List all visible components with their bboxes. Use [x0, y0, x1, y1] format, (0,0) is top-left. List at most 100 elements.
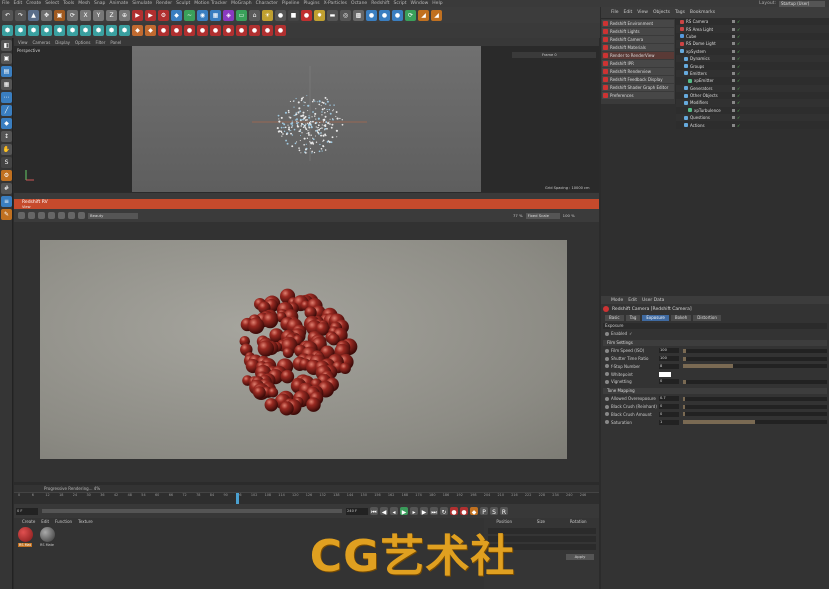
rs-tool-9-icon[interactable]: ● — [262, 25, 273, 36]
toggle-icon[interactable]: ▬ — [327, 9, 338, 21]
timeline[interactable]: 0 6 12 18 24 30 36 42 48 54 60 66 72 78 84 90 96 102 108 11… — [14, 492, 599, 504]
visibility-dot-icon[interactable] — [732, 94, 735, 98]
anim-dot-icon[interactable] — [605, 404, 609, 409]
am-property-slider[interactable] — [683, 396, 827, 401]
am-menu-user-data[interactable]: User Data — [642, 298, 664, 303]
rs-tool-1-icon[interactable]: ● — [158, 25, 169, 36]
whitepoint-swatch[interactable] — [659, 371, 671, 377]
xp-group-icon[interactable]: ⬢ — [80, 25, 91, 36]
am-tab-exposure[interactable]: Exposure — [642, 315, 669, 321]
am-tab-bokeh[interactable]: Bokeh — [670, 315, 692, 321]
enabled-check-icon[interactable]: ✓ — [737, 19, 740, 24]
am-group-header[interactable]: Tone Mapping — [603, 388, 827, 394]
object-row[interactable]: Questions ✓ — [676, 114, 829, 122]
axis-mode-icon[interactable]: ↕ — [1, 131, 12, 142]
viewport-menu-display[interactable]: Display — [55, 40, 70, 45]
make-editable-icon[interactable]: ◧ — [1, 40, 12, 51]
shader-ball-icon[interactable]: ● — [366, 9, 377, 21]
visibility-dot-icon[interactable] — [732, 123, 735, 127]
visibility-dot-icon[interactable] — [732, 108, 735, 112]
scale-icon[interactable]: ▣ — [54, 9, 65, 21]
play-icon[interactable]: ▶ — [400, 507, 408, 516]
rs-menu-item[interactable]: Redshift Materials — [602, 43, 674, 51]
redo-icon[interactable]: ↷ — [15, 9, 26, 21]
redshift-icon[interactable]: ● — [301, 9, 312, 21]
enabled-check-icon[interactable]: ✓ — [737, 93, 740, 98]
visibility-dot-icon[interactable] — [732, 20, 735, 24]
viewport-menu-options[interactable]: Options — [75, 40, 90, 45]
am-property-value[interactable]: 0.7 — [659, 396, 679, 402]
xp-modifier-icon[interactable]: ⬢ — [41, 25, 52, 36]
menu-octane[interactable]: Octane — [351, 1, 367, 6]
xp-extra-icon[interactable]: ◆ — [132, 25, 143, 36]
menu-plugins[interactable]: Plugins — [303, 1, 319, 6]
texture-mode-icon[interactable]: ▤ — [1, 66, 12, 77]
plugin-icon[interactable]: ⟳ — [405, 9, 416, 21]
material-thumb[interactable]: RS Mate — [38, 527, 56, 547]
keyframe-icon[interactable]: ◆ — [470, 507, 478, 516]
paint-icon[interactable]: ✎ — [1, 209, 12, 220]
menu-tools[interactable]: Tools — [63, 1, 74, 6]
rs-menu-item[interactable]: Redshift Renderview — [602, 67, 674, 75]
key-pos-icon[interactable]: P — [480, 507, 488, 516]
visibility-dot-icon[interactable] — [732, 71, 735, 75]
enabled-check-icon[interactable]: ✓ — [737, 78, 740, 83]
mat-menu-edit[interactable]: Edit — [41, 519, 49, 524]
enabled-check-icon[interactable]: ✓ — [737, 49, 740, 54]
rs-tool-10-icon[interactable]: ● — [275, 25, 286, 36]
rs-tool-3-icon[interactable]: ● — [184, 25, 195, 36]
am-property-slider[interactable] — [683, 379, 827, 384]
am-menu-mode[interactable]: Mode — [611, 298, 623, 303]
om-menu-view[interactable]: View — [637, 10, 648, 15]
mat-menu-texture[interactable]: Texture — [78, 519, 93, 524]
spline-icon[interactable]: ~ — [184, 9, 195, 21]
menu-edit[interactable]: Edit — [14, 1, 23, 6]
rs-menu-item[interactable]: Preferences — [602, 91, 674, 99]
script-2-icon[interactable]: ◢ — [431, 9, 442, 21]
rs-menu-item[interactable]: Render to RenderView — [602, 51, 674, 59]
rs-tool-6-icon[interactable]: ● — [223, 25, 234, 36]
select-icon[interactable]: ▲ — [28, 9, 39, 21]
render-canvas[interactable] — [40, 240, 567, 459]
menu-mograph[interactable]: MoGraph — [231, 1, 251, 6]
tweak-mode-icon[interactable]: ✋ — [1, 144, 12, 155]
viewport-menu-cameras[interactable]: Cameras — [33, 40, 51, 45]
rs-menu-item[interactable]: Redshift Environment — [602, 19, 674, 27]
xp-emitter-icon[interactable]: ⬢ — [15, 25, 26, 36]
rs-menu-item[interactable]: Redshift Feedback Display — [602, 75, 674, 83]
visibility-dot-icon[interactable] — [732, 42, 735, 46]
viewport-menu-filter[interactable]: Filter — [95, 40, 105, 45]
script-icon[interactable]: ◢ — [418, 9, 429, 21]
object-row[interactable]: RS Camera ✓ — [676, 18, 829, 26]
object-row[interactable]: Dynamics ✓ — [676, 54, 829, 63]
menu-simulate[interactable]: Simulate — [132, 1, 152, 6]
am-property-value[interactable]: 100 — [659, 356, 679, 362]
nurbs-icon[interactable]: ◉ — [197, 9, 208, 21]
visibility-dot-icon[interactable] — [732, 34, 735, 38]
shader-ball-3-icon[interactable]: ● — [392, 9, 403, 21]
am-property-slider[interactable] — [683, 356, 827, 361]
menu-sculpt[interactable]: Sculpt — [176, 1, 190, 6]
menu-select[interactable]: Select — [45, 1, 59, 6]
object-row[interactable]: Emitters ✓ — [676, 69, 829, 78]
enabled-anim-icon[interactable] — [605, 331, 609, 336]
array-icon[interactable]: ▦ — [210, 9, 221, 21]
rv-lock-icon[interactable] — [38, 212, 45, 219]
am-tab-distortion[interactable]: Distortion — [693, 315, 721, 321]
autokey-icon[interactable]: ● — [460, 507, 468, 516]
xp-question-icon[interactable]: ⬢ — [54, 25, 65, 36]
om-menu-bookmarks[interactable]: Bookmarks — [690, 10, 715, 15]
render-settings-icon[interactable]: ⚙ — [158, 9, 169, 21]
enabled-check-icon[interactable]: ✓ — [737, 100, 740, 105]
xp-icon-2[interactable]: ■ — [288, 9, 299, 21]
anim-dot-icon[interactable] — [605, 396, 609, 401]
rs-menu-item[interactable]: Redshift Shader Graph Editor — [602, 83, 674, 91]
menu-character[interactable]: Character — [256, 1, 278, 6]
xp-system-icon[interactable]: ⬢ — [2, 25, 13, 36]
am-property-slider[interactable] — [683, 348, 827, 353]
menu-redshift[interactable]: Redshift — [371, 1, 389, 6]
rv-stop-icon[interactable] — [18, 212, 25, 219]
xp-fluid-icon[interactable]: ⬢ — [119, 25, 130, 36]
am-property-slider[interactable] — [683, 412, 827, 417]
range-slider[interactable] — [42, 509, 342, 513]
